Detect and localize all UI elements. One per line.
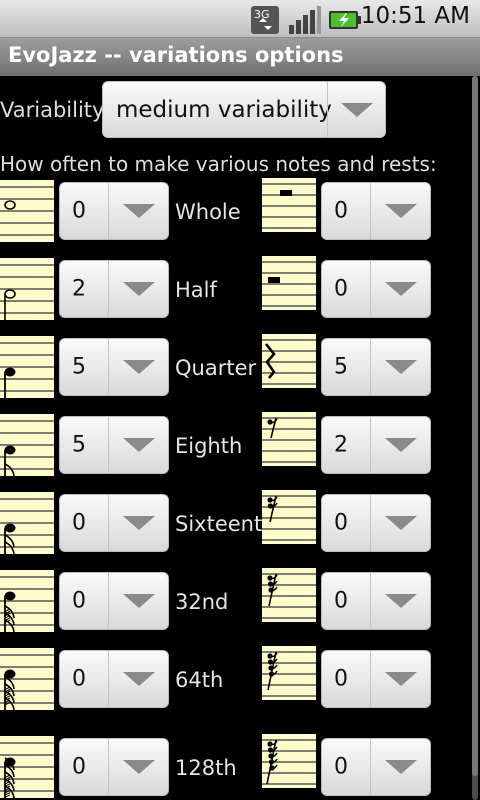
- note-name-label: Eighth: [175, 434, 243, 458]
- chevron-down-icon: [384, 594, 417, 608]
- note-symbol-icon: [0, 414, 54, 477]
- rest-symbol-icon: [262, 256, 316, 310]
- note-name-label: 64th: [175, 668, 224, 692]
- note-name-label: Quarter: [175, 356, 257, 380]
- frequency-prompt: How often to make various notes and rest…: [0, 152, 437, 176]
- rest-frequency-spinner[interactable]: 0: [321, 650, 431, 708]
- note-symbol-icon: [0, 492, 54, 555]
- chevron-down-icon: [340, 102, 373, 117]
- chevron-down-icon: [122, 672, 155, 686]
- chevron-down-icon: [122, 204, 155, 218]
- clock: 10:51 AM: [360, 3, 470, 29]
- scrollbar-thumb[interactable]: [472, 76, 478, 776]
- chevron-down-icon: [122, 516, 155, 530]
- chevron-down-icon: [122, 594, 155, 608]
- app-title: EvoJazz -- variations options: [8, 43, 344, 67]
- note-name-label: 32nd: [175, 590, 229, 614]
- note-name-label: Half: [175, 278, 217, 302]
- rest-frequency-value: 0: [334, 666, 348, 692]
- scrollbar[interactable]: [472, 76, 478, 800]
- note-name-label: Sixteenth: [175, 512, 276, 536]
- rest-symbol-icon: [262, 568, 316, 622]
- note-frequency-value: 0: [72, 588, 86, 614]
- rest-frequency-spinner[interactable]: 0: [321, 494, 431, 552]
- note-frequency-value: 5: [72, 354, 86, 380]
- rest-symbol-icon: [262, 734, 316, 788]
- note-frequency-value: 0: [72, 666, 86, 692]
- note-frequency-value: 0: [72, 510, 86, 536]
- note-frequency-spinner[interactable]: 5: [59, 338, 169, 396]
- rest-frequency-spinner[interactable]: 0: [321, 572, 431, 630]
- note-name-label: 128th: [175, 756, 237, 780]
- note-frequency-value: 5: [72, 432, 86, 458]
- rest-frequency-spinner[interactable]: 0: [321, 738, 431, 796]
- note-frequency-spinner[interactable]: 0: [59, 572, 169, 630]
- chevron-down-icon: [122, 760, 155, 774]
- variability-spinner[interactable]: medium variability: [102, 81, 386, 138]
- note-frequency-value: 0: [72, 198, 86, 224]
- rest-frequency-value: 5: [334, 354, 348, 380]
- rest-frequency-value: 0: [334, 198, 348, 224]
- rest-frequency-spinner[interactable]: 0: [321, 182, 431, 240]
- battery-charging-icon: [329, 11, 361, 29]
- variability-label: Variability:: [0, 98, 110, 122]
- note-frequency-spinner[interactable]: 2: [59, 260, 169, 318]
- note-frequency-spinner[interactable]: 5: [59, 416, 169, 474]
- variability-value: medium variability: [116, 96, 332, 123]
- note-frequency-spinner[interactable]: 0: [59, 494, 169, 552]
- note-symbol-icon: [0, 180, 54, 242]
- note-name-label: Whole: [175, 200, 241, 224]
- note-symbol-icon: [0, 336, 54, 398]
- note-symbol-icon: [0, 570, 54, 633]
- note-frequency-spinner[interactable]: 0: [59, 650, 169, 708]
- note-symbol-icon: [0, 258, 54, 320]
- chevron-down-icon: [384, 760, 417, 774]
- signal-strength-icon: [289, 6, 321, 34]
- chevron-down-icon: [384, 204, 417, 218]
- rest-frequency-value: 0: [334, 754, 348, 780]
- note-frequency-value: 0: [72, 754, 86, 780]
- rest-symbol-icon: [262, 646, 316, 700]
- note-frequency-spinner[interactable]: 0: [59, 182, 169, 240]
- rest-frequency-spinner[interactable]: 0: [321, 260, 431, 318]
- note-frequency-value: 2: [72, 276, 86, 302]
- 3g-data-icon: 3G: [251, 6, 279, 34]
- chevron-down-icon: [122, 360, 155, 374]
- chevron-down-icon: [384, 516, 417, 530]
- rest-frequency-spinner[interactable]: 5: [321, 338, 431, 396]
- rest-symbol-icon: [262, 490, 316, 544]
- rest-frequency-value: 0: [334, 276, 348, 302]
- app-title-bar: EvoJazz -- variations options: [0, 38, 480, 76]
- note-frequency-spinner[interactable]: 0: [59, 738, 169, 796]
- chevron-down-icon: [384, 282, 417, 296]
- chevron-down-icon: [122, 282, 155, 296]
- rest-symbol-icon: [262, 412, 316, 466]
- rest-frequency-value: 0: [334, 510, 348, 536]
- rest-symbol-icon: [262, 178, 316, 232]
- chevron-down-icon: [384, 438, 417, 452]
- note-symbol-icon: [0, 736, 54, 799]
- chevron-down-icon: [122, 438, 155, 452]
- rest-frequency-value: 0: [334, 588, 348, 614]
- chevron-down-icon: [384, 360, 417, 374]
- rest-frequency-value: 2: [334, 432, 348, 458]
- chevron-down-icon: [384, 672, 417, 686]
- note-symbol-icon: [0, 648, 54, 711]
- rest-frequency-spinner[interactable]: 2: [321, 416, 431, 474]
- rest-symbol-icon: [262, 334, 316, 388]
- svg-text:3G: 3G: [254, 8, 270, 21]
- status-bar: 3G 10:51 AM: [0, 0, 480, 38]
